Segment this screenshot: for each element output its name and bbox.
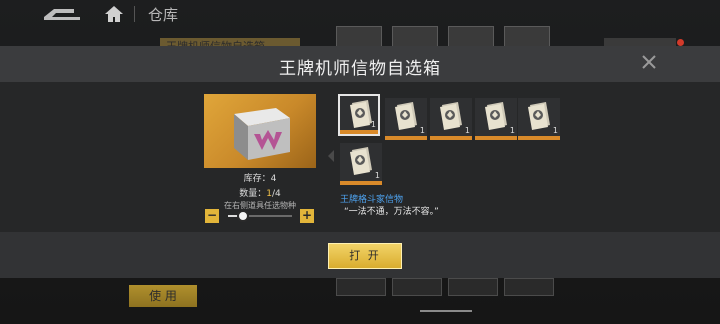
rarity-stripe: [340, 181, 382, 185]
item-quantity: 1: [509, 126, 515, 135]
use-button[interactable]: 使 用: [129, 285, 197, 307]
badge-card-icon: [440, 102, 462, 130]
select-quantity: 数量：1/4: [204, 186, 316, 199]
badge-card-icon: [528, 102, 550, 130]
panel-pointer: [328, 150, 334, 162]
bg-item-tile: [336, 278, 386, 296]
notification-dot: [677, 39, 684, 46]
quantity-total: /4: [271, 189, 281, 199]
item-slot[interactable]: 1: [385, 98, 427, 140]
item-quantity: 1: [464, 126, 470, 135]
box-preview: [204, 94, 316, 168]
item-slot[interactable]: 1: [340, 143, 382, 185]
quantity-prefix: 数量：: [239, 189, 267, 199]
topbar-divider: [134, 6, 135, 22]
dialog-header: 王牌机师信物自选箱: [0, 46, 720, 82]
item-quantity: 1: [552, 126, 558, 135]
open-button[interactable]: 打 开: [328, 243, 402, 269]
rarity-stripe: [430, 136, 472, 140]
badge-card-icon: [395, 102, 417, 130]
badge-card-icon: [350, 147, 372, 175]
bg-item-tile: [448, 278, 498, 296]
item-quote: “一法不通，万法不容。”: [344, 207, 439, 217]
item-slot[interactable]: 1: [475, 98, 517, 140]
dialog-title: 王牌机师信物自选箱: [279, 59, 441, 79]
increase-button[interactable]: +: [300, 209, 314, 223]
back-arrow-icon[interactable]: [44, 7, 80, 21]
item-slot[interactable]: 1: [518, 98, 560, 140]
rarity-stripe: [518, 136, 560, 140]
rarity-stripe: [475, 136, 517, 140]
page-title: 仓库: [148, 6, 179, 24]
home-icon[interactable]: [104, 5, 124, 23]
home-indicator: [420, 310, 472, 312]
crate-icon: [234, 108, 290, 160]
decrease-button[interactable]: −: [205, 209, 219, 223]
item-quantity: 1: [419, 126, 425, 135]
item-slot[interactable]: 1: [338, 94, 380, 136]
item-quantity: 1: [374, 171, 380, 180]
slider-handle[interactable]: [237, 210, 249, 222]
rarity-stripe: [340, 130, 378, 134]
item-slot[interactable]: 1: [430, 98, 472, 140]
item-quantity: 1: [370, 120, 376, 129]
rarity-stripe: [385, 136, 427, 140]
stock-count: 库存：4: [243, 174, 277, 184]
bg-item-tile: [392, 278, 442, 296]
bg-item-tile: [504, 278, 554, 296]
badge-card-icon: [485, 102, 507, 130]
close-icon[interactable]: [640, 53, 658, 71]
